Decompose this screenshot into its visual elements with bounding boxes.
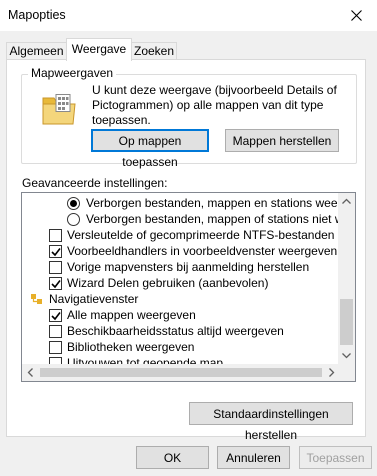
chevron-left-icon: [27, 368, 33, 377]
list-item-label: Voorbeeldhandlers in voorbeeldvenster we…: [67, 244, 338, 258]
checkbox[interactable]: [49, 245, 62, 258]
title-bar: Mapopties: [0, 0, 377, 31]
vertical-scrollbar[interactable]: [338, 193, 355, 364]
ok-button[interactable]: OK: [136, 446, 209, 469]
checkbox[interactable]: [49, 277, 62, 290]
list-item-label: Wizard Delen gebruiken (aanbevolen): [67, 276, 269, 290]
horizontal-scrollbar[interactable]: [22, 364, 340, 381]
scroll-left-button[interactable]: [22, 364, 39, 381]
reset-folders-button[interactable]: Mappen herstellen: [225, 129, 339, 152]
apply-to-folders-button[interactable]: Op mappen toepassen: [91, 129, 209, 169]
window-title: Mapopties: [8, 8, 66, 22]
chevron-up-icon: [342, 198, 351, 204]
radio-button[interactable]: [67, 197, 80, 210]
list-item-label: Versleutelde of gecomprimeerde NTFS-best…: [67, 228, 355, 242]
list-group-label: Navigatievenster: [49, 292, 139, 306]
checkmark-icon: [51, 248, 61, 257]
folder-views-description: U kunt deze weergave (bijvoorbeeld Detai…: [92, 83, 337, 127]
navigation-pane-icon: [31, 294, 42, 304]
scroll-up-button[interactable]: [338, 193, 355, 210]
apply-button[interactable]: Toepassen: [299, 446, 372, 469]
restore-defaults-button[interactable]: Standaardinstellingen herstellen: [189, 402, 353, 442]
folder-options-dialog: Mapopties Algemeen Weergave Zoeken Mapwe…: [0, 0, 377, 476]
scrollbar-corner: [338, 364, 355, 381]
cancel-button[interactable]: Annuleren: [217, 446, 290, 469]
checkmark-icon: [51, 312, 61, 321]
radio-button[interactable]: [67, 213, 80, 226]
advanced-settings-label: Geavanceerde instellingen:: [22, 176, 168, 190]
list-item-label: Verborgen bestanden, mappen en stations …: [86, 196, 356, 210]
list-item-label: Vorige mapvensters bij aanmelding herste…: [67, 260, 310, 274]
chevron-down-icon: [342, 353, 351, 359]
horizontal-scroll-thumb[interactable]: [40, 368, 322, 377]
list-item-label: Verborgen bestanden, mappen of stations …: [86, 212, 355, 226]
tab-weergave[interactable]: Weergave: [66, 38, 132, 61]
vertical-scroll-thumb[interactable]: [340, 299, 353, 345]
folder-views-label: Mapweergaven: [28, 66, 117, 80]
list-item-label: Alle mappen weergeven: [67, 308, 196, 322]
checkbox[interactable]: [49, 341, 62, 354]
checkbox[interactable]: [49, 229, 62, 242]
list-item-label: Beschikbaarheidsstatus altijd weergeven: [67, 324, 284, 338]
advanced-settings-list[interactable]: Verborgen bestanden, mappen en stations …: [21, 192, 356, 382]
close-icon: [351, 10, 362, 21]
checkmark-icon: [51, 280, 61, 289]
folder-view-icon: [42, 94, 76, 125]
checkbox[interactable]: [49, 325, 62, 338]
checkbox[interactable]: [49, 309, 62, 322]
close-button[interactable]: [337, 0, 377, 31]
scroll-down-button[interactable]: [338, 347, 355, 364]
list-item-label: Bibliotheken weergeven: [67, 340, 195, 354]
checkbox[interactable]: [49, 261, 62, 274]
